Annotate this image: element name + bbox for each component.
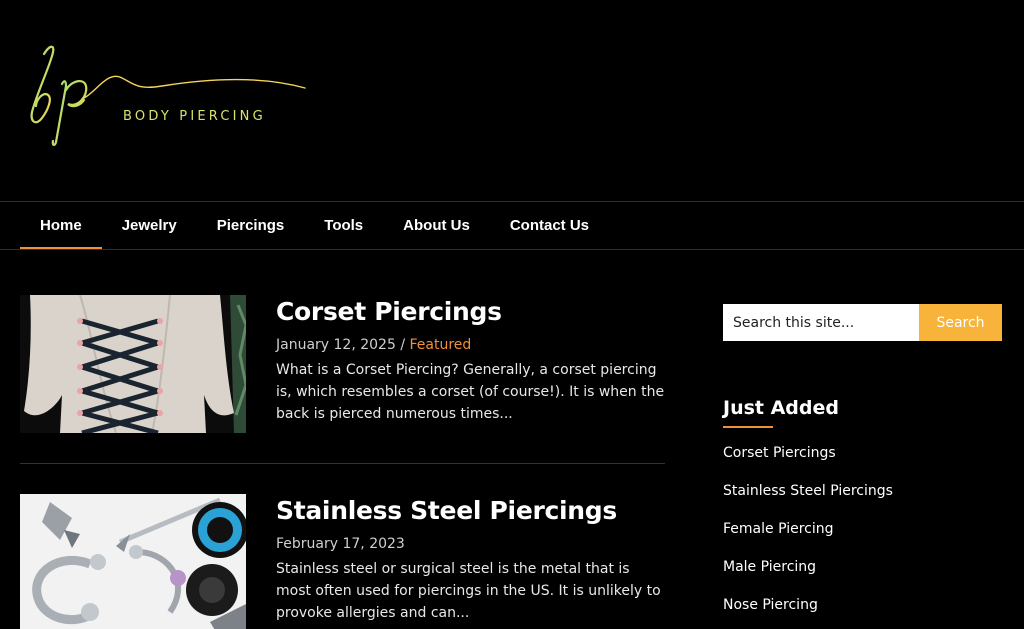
search-form: Search (723, 304, 1002, 341)
nav-item-piercings[interactable]: Piercings (197, 202, 305, 249)
post-meta: February 17, 2023 (276, 536, 666, 552)
nav-item-contact-us[interactable]: Contact Us (490, 202, 609, 249)
recent-post-link[interactable]: Corset Piercings (723, 445, 836, 461)
logo-monogram-icon (30, 45, 306, 146)
search-button[interactable]: Search (919, 304, 1002, 341)
logo-text: BODY PIERCING (123, 109, 266, 124)
widget-title-just-added: Just Added (723, 397, 839, 419)
post-excerpt: Stainless steel or surgical steel is the… (276, 561, 661, 621)
post-meta: January 12, 2025 / Featured (276, 337, 666, 353)
post-date: January 12, 2025 (276, 337, 396, 353)
recent-posts-list: Corset Piercings Stainless Steel Piercin… (723, 444, 893, 629)
recent-post-link[interactable]: Nose Piercing (723, 597, 818, 613)
post-thumbnail-corset[interactable] (20, 295, 246, 433)
list-item: Nose Piercing (723, 596, 893, 629)
post-title[interactable]: Corset Piercings (276, 295, 666, 329)
site-logo[interactable]: BODY PIERCING (22, 40, 312, 150)
corset-back-image (20, 295, 246, 433)
nav-item-tools[interactable]: Tools (304, 202, 383, 249)
recent-post-link[interactable]: Male Piercing (723, 559, 816, 575)
site-header: BODY PIERCING (0, 0, 1024, 201)
search-input[interactable] (723, 304, 919, 341)
list-item: Male Piercing (723, 558, 893, 596)
list-item: Female Piercing (723, 520, 893, 558)
meta-separator: / (395, 337, 410, 353)
post-card: Corset Piercings January 12, 2025 / Feat… (20, 295, 665, 464)
post-thumbnail-steel-jewelry[interactable] (20, 494, 246, 629)
steel-jewelry-image (20, 494, 246, 629)
recent-post-link[interactable]: Stainless Steel Piercings (723, 483, 893, 499)
post-category-link[interactable]: Featured (410, 337, 472, 353)
list-item: Stainless Steel Piercings (723, 482, 893, 520)
nav-item-home[interactable]: Home (20, 202, 102, 249)
main-navigation: Home Jewelry Piercings Tools About Us Co… (0, 201, 1024, 250)
nav-item-jewelry[interactable]: Jewelry (102, 202, 197, 249)
recent-post-link[interactable]: Female Piercing (723, 521, 834, 537)
post-excerpt: What is a Corset Piercing? Generally, a … (276, 362, 665, 422)
list-item: Corset Piercings (723, 444, 893, 482)
widget-title-underline (723, 426, 773, 428)
post-title[interactable]: Stainless Steel Piercings (276, 494, 666, 528)
post-date: February 17, 2023 (276, 536, 405, 552)
post-card: Stainless Steel Piercings February 17, 2… (20, 494, 665, 629)
nav-item-about-us[interactable]: About Us (383, 202, 490, 249)
